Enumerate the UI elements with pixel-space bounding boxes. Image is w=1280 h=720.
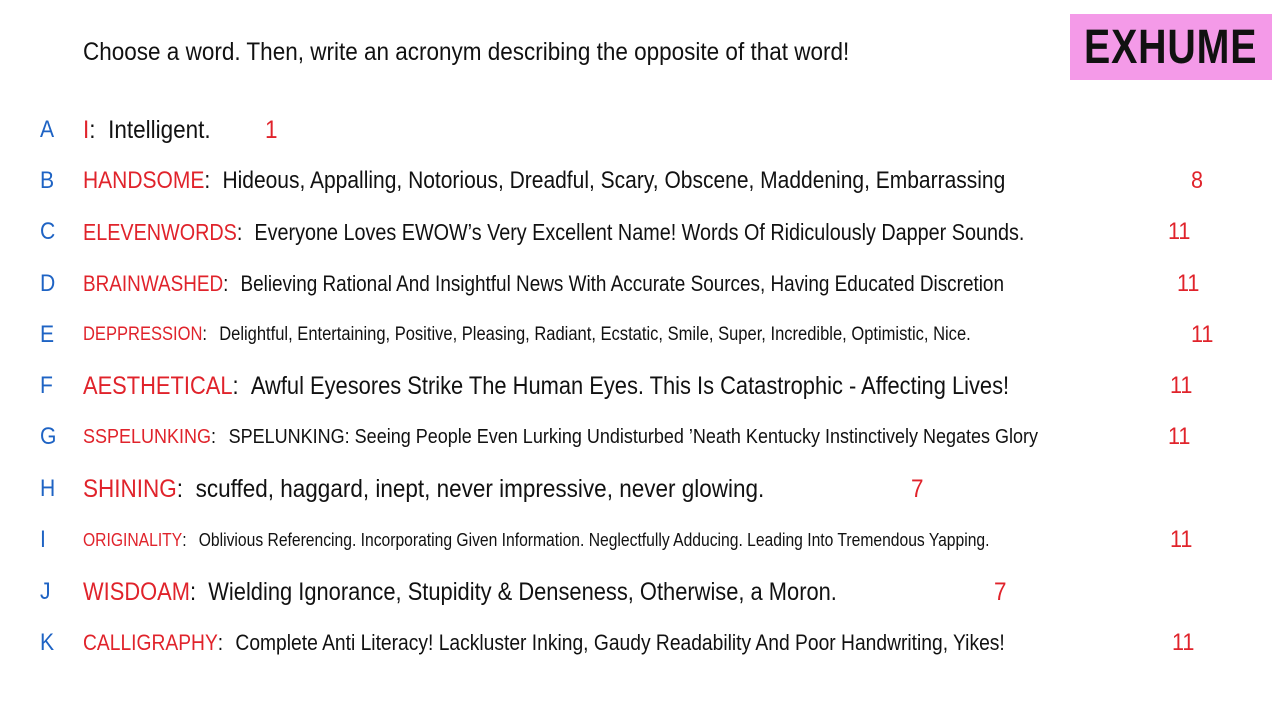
entry-description: Awful Eyesores Strike The Human Eyes. Th… — [250, 371, 1010, 400]
entry-row-f: F AESTHETICAL: Awful Eyesores Strike The… — [0, 366, 1280, 406]
entry-word: BRAINWASHED — [83, 271, 224, 296]
entry-score: 11 — [1172, 629, 1195, 656]
entry-row-d: D BRAINWASHED: Believing Rational And In… — [0, 264, 1280, 304]
entry-letter: G — [40, 423, 57, 450]
entry-row-i: I ORIGINALITY: Oblivious Referencing. In… — [0, 520, 1280, 560]
entry-letter: I — [40, 526, 46, 553]
entry-content: ORIGINALITY: Oblivious Referencing. Inco… — [83, 529, 990, 550]
entry-content: SHINING: scuffed, haggard, inept, never … — [83, 474, 765, 503]
entry-letter: A — [40, 116, 55, 143]
entry-score: 7 — [911, 474, 924, 503]
entry-word: AESTHETICAL — [83, 371, 233, 400]
entry-letter: E — [40, 321, 55, 348]
entry-content: WISDOAM: Wielding Ignorance, Stupidity &… — [83, 577, 837, 606]
entry-row-k: K CALLIGRAPHY: Complete Anti Literacy! L… — [0, 623, 1280, 663]
entry-content: DEPPRESSION: Delightful, Entertaining, P… — [83, 324, 971, 345]
entry-score: 11 — [1191, 321, 1214, 348]
entry-word: ELEVENWORDS — [83, 218, 237, 245]
entry-row-h: H SHINING: scuffed, haggard, inept, neve… — [0, 469, 1280, 509]
entry-content: SSPELUNKING: SPELUNKING: Seeing People E… — [83, 425, 1039, 448]
entry-letter: B — [40, 167, 55, 194]
entry-score: 7 — [994, 577, 1007, 606]
entry-content: HANDSOME: Hideous, Appalling, Notorious,… — [83, 167, 1006, 194]
entry-score: 11 — [1177, 270, 1200, 297]
entry-row-g: G SSPELUNKING: SPELUNKING: Seeing People… — [0, 417, 1280, 457]
entry-letter: D — [40, 270, 56, 297]
entry-description: Oblivious Referencing. Incorporating Giv… — [198, 529, 990, 550]
exhume-badge: EXHUME — [1070, 14, 1272, 80]
badge-label: EXHUME — [1084, 20, 1258, 74]
entry-word: DEPPRESSION — [83, 324, 203, 345]
entry-description: scuffed, haggard, inept, never impressiv… — [195, 474, 765, 503]
entry-score: 11 — [1170, 526, 1193, 553]
entry-content: I: Intelligent. — [83, 115, 211, 144]
entry-letter: K — [40, 629, 55, 656]
entry-row-j: J WISDOAM: Wielding Ignorance, Stupidity… — [0, 572, 1280, 612]
entry-score: 11 — [1168, 218, 1191, 245]
entry-word: SSPELUNKING — [83, 425, 212, 448]
entry-content: BRAINWASHED: Believing Rational And Insi… — [83, 271, 1004, 296]
entry-row-e: E DEPPRESSION: Delightful, Entertaining,… — [0, 315, 1280, 355]
entry-content: ELEVENWORDS: Everyone Loves EWOW’s Very … — [83, 218, 1025, 245]
entry-score: 1 — [265, 115, 278, 144]
entry-word: HANDSOME — [83, 167, 205, 194]
entry-description: Intelligent. — [108, 115, 211, 144]
entry-word: ORIGINALITY — [83, 529, 183, 550]
entry-score: 11 — [1168, 423, 1191, 450]
entry-score: 8 — [1191, 167, 1204, 194]
entry-word: CALLIGRAPHY — [83, 630, 218, 655]
entry-row-b: B HANDSOME: Hideous, Appalling, Notoriou… — [0, 161, 1280, 201]
entry-description: Believing Rational And Insightful News W… — [240, 271, 1004, 296]
entry-description: SPELUNKING: Seeing People Even Lurking U… — [228, 425, 1039, 448]
entry-description: Complete Anti Literacy! Lackluster Inkin… — [235, 630, 1005, 655]
entry-score: 11 — [1170, 372, 1193, 399]
entry-letter: J — [40, 578, 51, 605]
entry-description: Hideous, Appalling, Notorious, Dreadful,… — [222, 167, 1006, 194]
entry-letter: H — [40, 475, 56, 502]
entry-content: CALLIGRAPHY: Complete Anti Literacy! Lac… — [83, 630, 1005, 655]
entry-letter: C — [40, 218, 56, 245]
entry-row-c: C ELEVENWORDS: Everyone Loves EWOW’s Ver… — [0, 212, 1280, 252]
prompt-text: Choose a word. Then, write an acronym de… — [83, 38, 850, 66]
entry-description: Delightful, Entertaining, Positive, Plea… — [219, 324, 971, 345]
entry-word: WISDOAM — [83, 577, 190, 606]
entry-row-a: A I: Intelligent. 1 — [0, 110, 1280, 150]
entry-letter: F — [40, 372, 53, 399]
entry-description: Everyone Loves EWOW’s Very Excellent Nam… — [254, 218, 1025, 245]
entry-description: Wielding Ignorance, Stupidity & Densenes… — [208, 577, 837, 606]
entry-word: SHINING — [83, 474, 177, 503]
entry-content: AESTHETICAL: Awful Eyesores Strike The H… — [83, 371, 1010, 400]
